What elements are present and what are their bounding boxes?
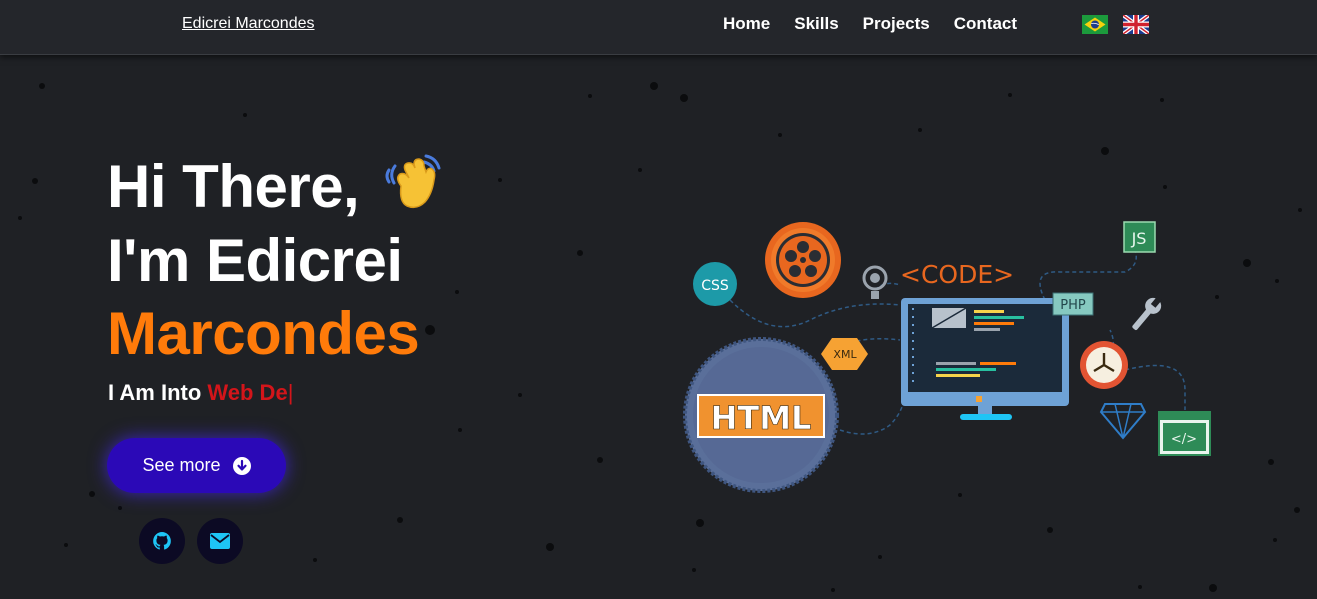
hero-greeting-text: Hi There, <box>107 153 360 220</box>
see-more-label: See more <box>142 455 221 475</box>
email-button[interactable] <box>197 518 243 564</box>
css-label: CSS <box>701 278 729 294</box>
code-tag-label: </> <box>1171 432 1197 447</box>
navbar: Edicrei Marcondes Home Skills Projects C… <box>0 0 1317 55</box>
html-label: HTML <box>711 399 812 437</box>
wrench-icon <box>1132 296 1162 330</box>
code-label: <CODE> <box>900 260 1014 289</box>
gear-reel-icon <box>765 222 841 298</box>
nav-skills[interactable]: Skills <box>794 14 838 34</box>
idea-bulb-icon <box>862 265 888 299</box>
github-icon <box>153 532 171 550</box>
uk-flag-icon[interactable] <box>1123 15 1149 34</box>
typing-animated-text: Web De <box>207 380 288 405</box>
hero-line-intro: I'm Edicrei <box>107 227 403 295</box>
typing-cursor: | <box>287 380 294 405</box>
nav-home[interactable]: Home <box>723 14 770 34</box>
hero-line-name: Marcondes <box>107 300 420 368</box>
email-icon <box>210 533 230 549</box>
typing-prefix: I Am Into <box>108 380 208 405</box>
see-more-button[interactable]: See more <box>107 438 286 493</box>
clock-icon <box>1080 341 1128 389</box>
xml-label: XML <box>833 348 857 361</box>
typing-text: I Am Into Web De| <box>108 380 293 406</box>
monitor-icon <box>901 298 1069 420</box>
code-window-icon: </> <box>1158 411 1211 456</box>
social-links <box>139 518 243 564</box>
hero-heading: Hi There, I'm Edicrei Marcondes <box>107 150 447 370</box>
js-label: JS <box>1131 229 1147 248</box>
coding-illustration: CSS <CODE> JS PHP XML HTML </> <box>683 221 1211 493</box>
nav-links: Home Skills Projects Contact <box>723 14 1017 34</box>
html-seal: HTML <box>683 337 839 493</box>
page: Edicrei Marcondes Home Skills Projects C… <box>0 0 1317 599</box>
brand-link[interactable]: Edicrei Marcondes <box>182 15 315 33</box>
arrow-down-circle-icon <box>232 456 251 475</box>
brazil-flag-icon[interactable] <box>1082 15 1108 34</box>
php-badge: PHP <box>1052 292 1094 316</box>
xml-badge: XML <box>821 338 868 370</box>
nav-projects[interactable]: Projects <box>863 14 930 34</box>
language-switcher <box>1082 15 1149 34</box>
github-button[interactable] <box>139 518 185 564</box>
php-label: PHP <box>1060 298 1086 313</box>
css-badge: CSS <box>693 262 737 306</box>
js-badge: JS <box>1123 221 1156 253</box>
waving-hand-icon <box>385 154 441 209</box>
hero-line-greeting: Hi There, <box>107 150 447 224</box>
nav-contact[interactable]: Contact <box>954 14 1017 34</box>
diamond-icon <box>1099 403 1147 440</box>
